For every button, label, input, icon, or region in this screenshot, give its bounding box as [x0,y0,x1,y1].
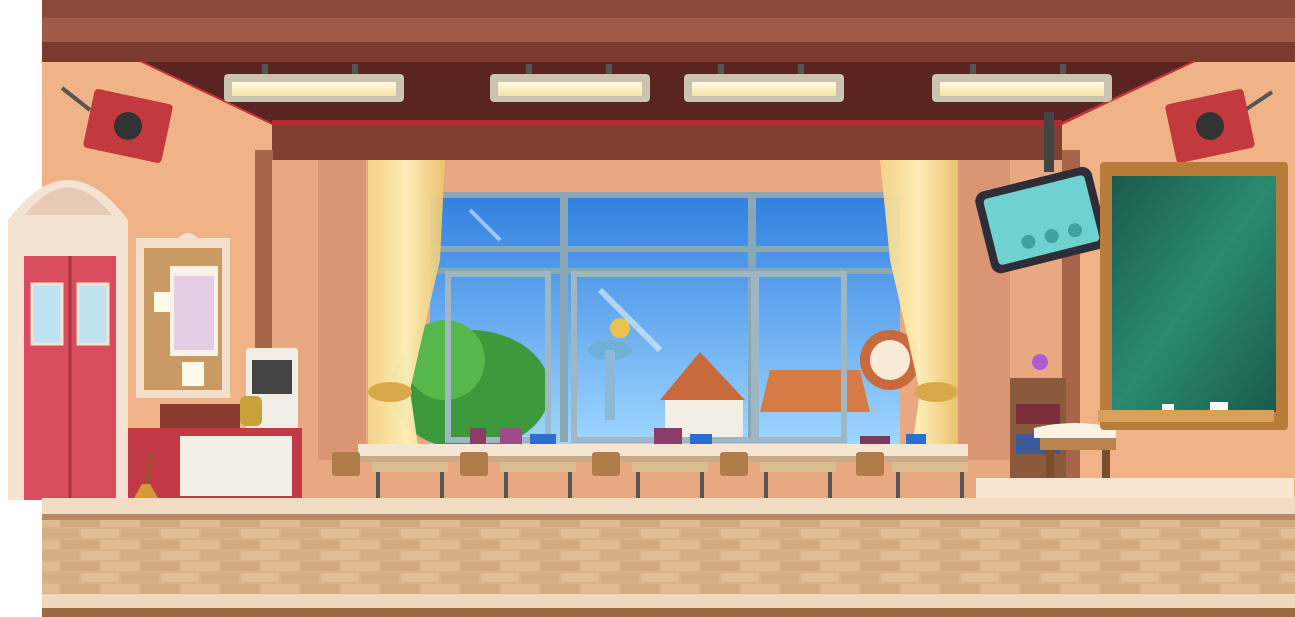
flower-pot-icon [1032,354,1048,370]
floor [42,498,1295,617]
window [390,192,920,450]
classroom-door[interactable] [8,180,128,500]
chalkboard [1098,162,1288,430]
scene-svg [8,0,1295,617]
platform [976,478,1294,500]
classroom-scene [0,0,1295,617]
bulletin-board [136,233,230,398]
